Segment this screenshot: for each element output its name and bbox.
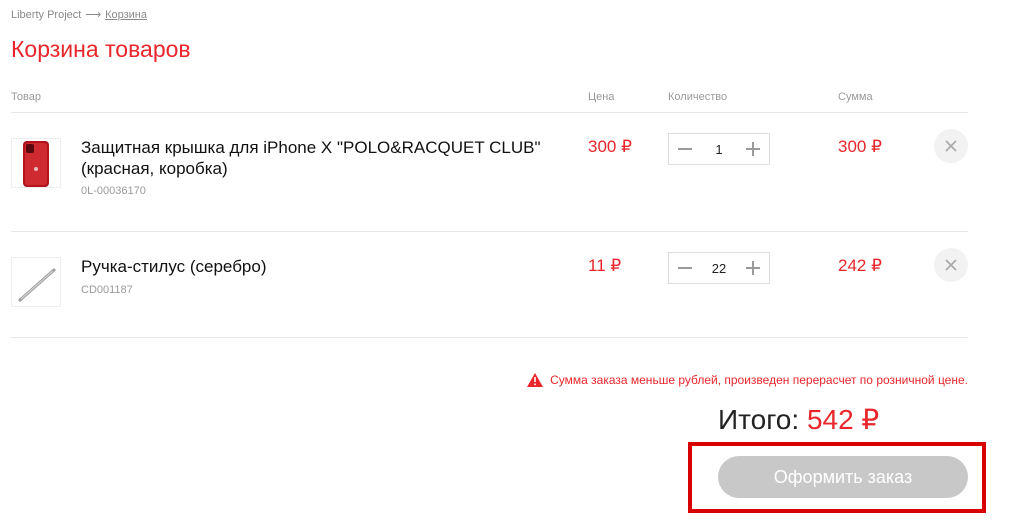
item-sum: 300 ₽ [838, 137, 882, 156]
breadcrumb-root[interactable]: Liberty Project [11, 9, 81, 21]
item-price: 11 ₽ [588, 256, 622, 275]
quantity-decrease-button[interactable] [669, 134, 701, 164]
total-amount: 542 ₽ [806, 404, 880, 435]
quantity-stepper [668, 133, 770, 165]
product-name[interactable]: Защитная крышка для iPhone X "POLO&RACQU… [81, 137, 571, 179]
minus-icon [678, 148, 692, 150]
quantity-stepper [668, 252, 770, 284]
total-label: Итого: [718, 404, 800, 435]
quantity-increase-button[interactable] [737, 134, 769, 164]
quantity-input[interactable] [701, 253, 737, 283]
close-icon [945, 259, 957, 271]
column-header-price: Цена [588, 91, 615, 103]
minus-icon [678, 267, 692, 269]
item-price: 300 ₽ [588, 137, 632, 156]
checkout-button[interactable]: Оформить заказ [718, 456, 968, 498]
breadcrumb-current-link[interactable]: Корзина [105, 9, 147, 21]
quantity-increase-button[interactable] [737, 253, 769, 283]
breadcrumb: Liberty Project ⟶ Корзина [11, 8, 147, 21]
page-title: Корзина товаров [11, 36, 191, 62]
cart-item-row: Ручка-стилус (серебро) CD001187 11 ₽ 242… [0, 232, 1034, 332]
breadcrumb-separator: ⟶ [85, 9, 102, 21]
product-code: CD001187 [81, 284, 133, 296]
product-thumbnail[interactable] [11, 257, 61, 307]
remove-item-button[interactable] [934, 248, 968, 282]
close-icon [945, 140, 957, 152]
order-total: Итого: 542 ₽ [718, 403, 879, 436]
column-header-quantity: Количество [668, 91, 728, 103]
quantity-decrease-button[interactable] [669, 253, 701, 283]
cart-item-row: Защитная крышка для iPhone X "POLO&RACQU… [0, 113, 1034, 213]
remove-item-button[interactable] [934, 129, 968, 163]
warning-text: Сумма заказа меньше рублей, произведен п… [550, 373, 968, 387]
warning-triangle-icon [527, 373, 544, 387]
red-phone-case-image [12, 139, 60, 187]
list-end-divider [11, 337, 968, 338]
item-sum: 242 ₽ [838, 256, 882, 275]
product-name[interactable]: Ручка-стилус (серебро) [81, 256, 571, 277]
product-thumbnail[interactable] [11, 138, 61, 188]
stylus-pen-image [12, 258, 60, 306]
quantity-input[interactable] [701, 134, 737, 164]
column-header-sum: Сумма [838, 91, 873, 103]
product-code: 0L-00036170 [81, 185, 146, 197]
column-header-product: Товар [11, 91, 41, 103]
price-warning: Сумма заказа меньше рублей, произведен п… [527, 373, 968, 387]
